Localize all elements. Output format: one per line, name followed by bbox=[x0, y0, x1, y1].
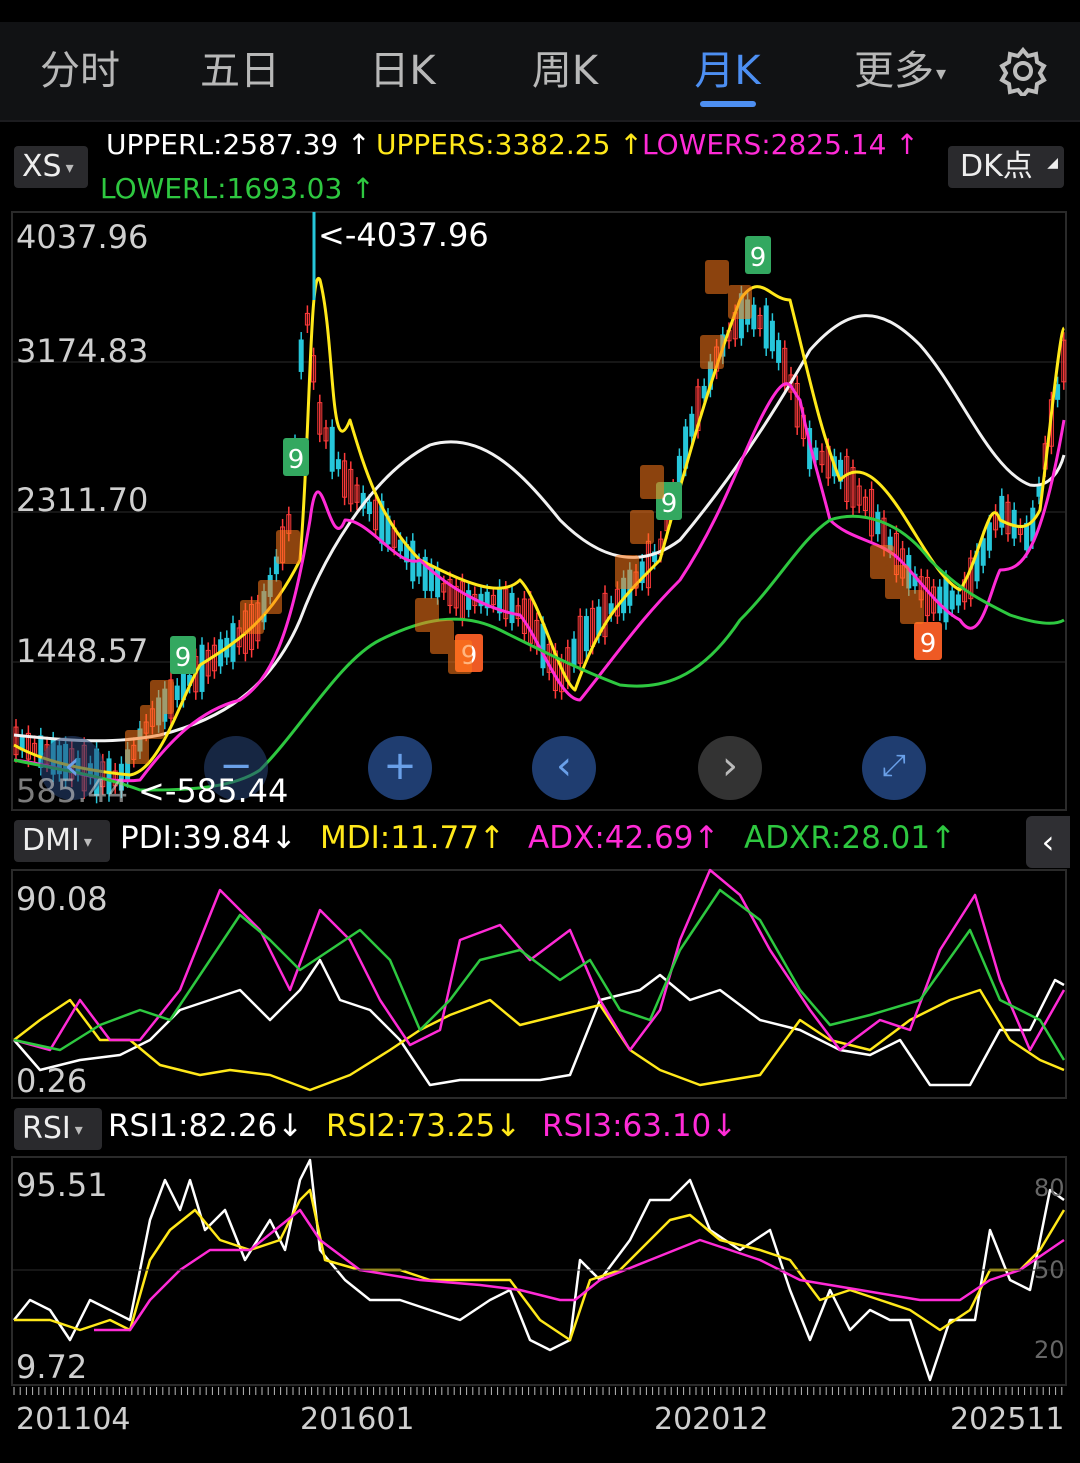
candle-body bbox=[937, 586, 943, 614]
candle-body bbox=[763, 305, 769, 349]
y-tick-3: 2311.70 bbox=[16, 481, 149, 519]
mdi-arrow: ↑ bbox=[478, 820, 505, 856]
candle-body bbox=[540, 623, 546, 669]
rsi3-label: RSI3:63.10 bbox=[542, 1108, 712, 1144]
chart-canvas[interactable]: 9 9 9 9 9 9 bbox=[0, 0, 1080, 1463]
scroll-left-icon[interactable]: ‹ bbox=[532, 736, 596, 800]
adxr-label: ADXR:28.01 bbox=[744, 820, 931, 856]
rsi-y-min: 9.72 bbox=[16, 1348, 88, 1386]
candle-body bbox=[1055, 384, 1061, 400]
rsi1-arrow: ↓ bbox=[277, 1108, 304, 1144]
x-axis-ticks bbox=[13, 1387, 1063, 1395]
rsi2-value: RSI2:73.25↓ bbox=[326, 1108, 521, 1144]
nine-text-green-2: 9 bbox=[175, 643, 192, 673]
candle-body bbox=[416, 560, 422, 577]
candle-body bbox=[466, 590, 472, 610]
x-tick-1: 201104 bbox=[16, 1402, 131, 1437]
x-tick-2: 201601 bbox=[300, 1402, 415, 1437]
nine-text-green-4: 9 bbox=[750, 243, 767, 273]
candle-body bbox=[571, 638, 577, 666]
adx-arrow: ↑ bbox=[693, 820, 720, 856]
main-panel-frame bbox=[11, 211, 1067, 811]
nine-text-green-1: 9 bbox=[288, 445, 305, 475]
candle-body bbox=[583, 616, 589, 652]
rsi3-arrow: ↓ bbox=[711, 1108, 738, 1144]
dropdown-arrow-icon: ▾ bbox=[74, 1119, 83, 1139]
candle-body bbox=[986, 522, 992, 551]
collapse-panel-button[interactable]: ‹ bbox=[1026, 816, 1070, 868]
adxr-arrow: ↑ bbox=[930, 820, 957, 856]
rsi-y-max: 95.51 bbox=[16, 1166, 108, 1204]
rsi2-line bbox=[14, 1188, 1066, 1342]
dmi-indicator-select[interactable]: DMI ▾ bbox=[14, 820, 110, 862]
adx-value: ADX:42.69↑ bbox=[528, 820, 720, 856]
x-tick-3: 202012 bbox=[654, 1402, 769, 1437]
candle-body bbox=[769, 320, 775, 352]
candle-body bbox=[298, 339, 304, 372]
dmi-y-min: 0.26 bbox=[16, 1062, 88, 1100]
candle-body bbox=[366, 501, 372, 515]
plus-icon[interactable]: + bbox=[368, 736, 432, 800]
rsi1-label: RSI1:82.26 bbox=[108, 1108, 278, 1144]
dmi-y-max: 90.08 bbox=[16, 880, 108, 918]
candle-body bbox=[776, 340, 782, 363]
y-tick-4: 1448.57 bbox=[16, 632, 149, 670]
scroll-right-icon[interactable]: › bbox=[698, 736, 762, 800]
rsi1-value: RSI1:82.26↓ bbox=[108, 1108, 303, 1144]
pdi-arrow: ↓ bbox=[270, 820, 297, 856]
dropdown-arrow-icon: ▾ bbox=[83, 831, 92, 851]
dmi-panel-frame bbox=[11, 869, 1067, 1099]
rsi2-label: RSI2:73.25 bbox=[326, 1108, 496, 1144]
dmi-indicator-label: DMI bbox=[22, 823, 80, 858]
low-marker: <-585.44 bbox=[138, 772, 289, 810]
candle-body bbox=[943, 577, 949, 623]
adx-label: ADX:42.69 bbox=[528, 820, 694, 856]
candle-body bbox=[509, 592, 515, 624]
x-tick-4: 202511 bbox=[950, 1402, 1065, 1437]
rsi2-arrow: ↓ bbox=[495, 1108, 522, 1144]
chevron-left-icon: ‹ bbox=[1041, 823, 1055, 861]
adxr-value: ADXR:28.01↑ bbox=[744, 820, 956, 856]
adxr-line bbox=[13, 888, 1066, 1061]
candle-body bbox=[397, 539, 403, 552]
mdi-value: MDI:11.77↑ bbox=[320, 820, 505, 856]
candle-body bbox=[949, 590, 955, 610]
candle-body bbox=[329, 426, 335, 472]
rsi-indicator-select[interactable]: RSI ▾ bbox=[14, 1108, 102, 1150]
candle-body bbox=[335, 459, 341, 470]
rsi-right-80: 80 bbox=[1034, 1174, 1065, 1202]
high-marker: <-4037.96 bbox=[318, 216, 489, 254]
candle-body bbox=[955, 594, 961, 606]
candle-body bbox=[689, 413, 695, 437]
rsi3-value: RSI3:63.10↓ bbox=[542, 1108, 737, 1144]
mdi-label: MDI:11.77 bbox=[320, 820, 479, 856]
y-tick-1: 4037.96 bbox=[16, 218, 149, 256]
pdi-label: PDI:39.84 bbox=[120, 820, 271, 856]
rsi-right-50: 50 bbox=[1034, 1256, 1065, 1284]
pdi-value: PDI:39.84↓ bbox=[120, 820, 297, 856]
candle-body bbox=[875, 511, 881, 535]
nine-text-red-2: 9 bbox=[920, 629, 937, 659]
candle-body bbox=[751, 304, 757, 330]
rsi-right-20: 20 bbox=[1034, 1336, 1065, 1364]
candle-body bbox=[174, 685, 180, 701]
fullscreen-icon[interactable]: ⤢ bbox=[862, 736, 926, 800]
rsi-indicator-label: RSI bbox=[22, 1111, 71, 1146]
candle-body bbox=[980, 538, 986, 566]
y-tick-2: 3174.83 bbox=[16, 332, 149, 370]
y-tick-5: 585.44 bbox=[16, 772, 128, 810]
candle-body bbox=[199, 644, 205, 692]
